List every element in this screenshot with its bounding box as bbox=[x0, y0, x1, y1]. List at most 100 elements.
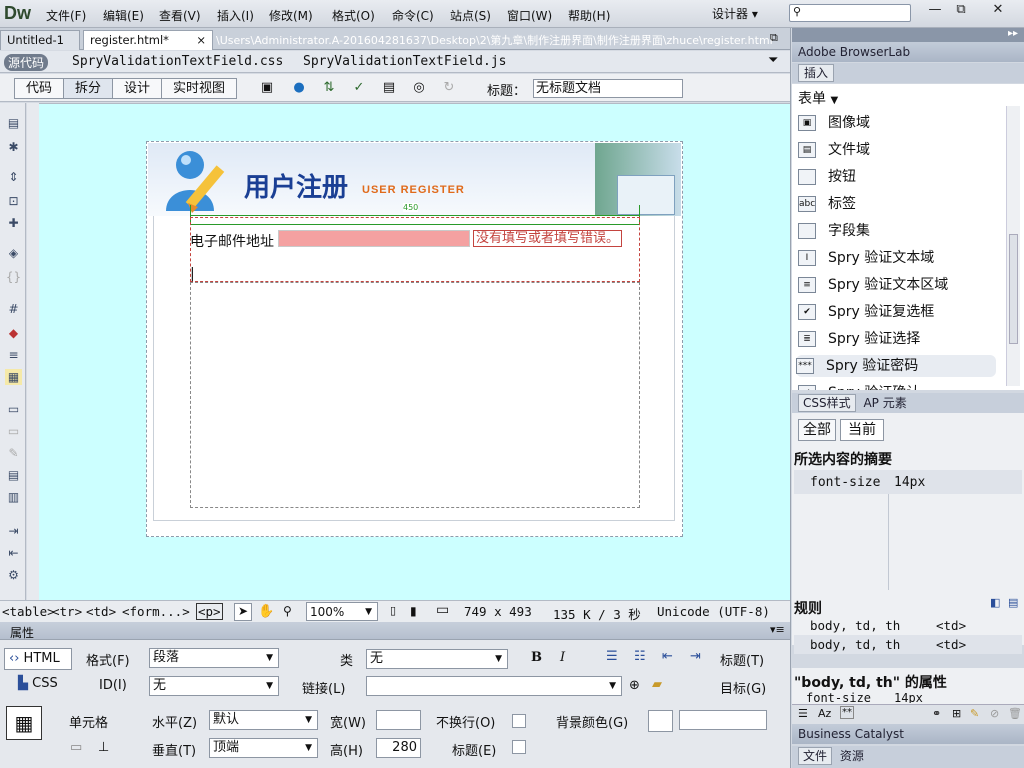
alpha-view-icon[interactable]: Az bbox=[818, 707, 831, 720]
vertical-splitter[interactable] bbox=[27, 103, 39, 600]
insert-item[interactable]: ✔ Spry 验证复选框 bbox=[798, 301, 998, 323]
set-props-icon[interactable]: ** bbox=[840, 706, 854, 719]
filter-icon[interactable]: ⏷ bbox=[768, 53, 778, 68]
insert-item[interactable]: ▣ 图像域 bbox=[798, 112, 998, 134]
open-documents-icon[interactable]: ▤ bbox=[5, 115, 22, 131]
insert-item[interactable]: ▤ 文件域 bbox=[798, 139, 998, 161]
link-input[interactable]: ▼ bbox=[366, 676, 622, 696]
edit-rule-icon[interactable]: ✎ bbox=[970, 707, 979, 720]
trash-icon[interactable]: 🗑 bbox=[1008, 707, 1022, 720]
balance-braces-icon[interactable]: {} bbox=[5, 269, 22, 285]
window-size-tablet-icon[interactable]: ▮ bbox=[410, 604, 417, 618]
bgcolor-input[interactable] bbox=[679, 710, 767, 730]
related-file-js[interactable]: SpryValidationTextField.js bbox=[303, 54, 507, 69]
merge-cells-icon[interactable]: ▭ bbox=[70, 740, 82, 755]
validate-icon[interactable]: ✓ bbox=[350, 80, 368, 96]
recent-snippets-icon[interactable]: ▤ bbox=[5, 467, 22, 483]
insert-item[interactable]: *** Spry 验证密码 bbox=[796, 355, 996, 377]
tab-register[interactable]: register.html* × bbox=[83, 30, 213, 50]
bold-button[interactable]: B bbox=[531, 650, 542, 665]
collapse-panels-icon[interactable]: ▸▸ bbox=[1008, 28, 1018, 39]
tab-css-styles[interactable]: CSS样式 bbox=[798, 394, 856, 412]
italic-button[interactable]: I bbox=[560, 650, 565, 665]
format-select[interactable]: 段落 ▼ bbox=[149, 648, 279, 668]
show-code-navigator-icon[interactable]: ✱ bbox=[5, 139, 22, 155]
disable-icon[interactable]: ⊘ bbox=[990, 707, 999, 720]
point-to-file-icon[interactable]: ⊕ bbox=[629, 678, 640, 693]
collapse-selection-icon[interactable]: ⊡ bbox=[5, 193, 22, 209]
header-cell-checkbox[interactable] bbox=[512, 740, 526, 754]
tag-table[interactable]: <table> bbox=[2, 604, 55, 619]
syntax-coloring-icon[interactable]: ▦ bbox=[5, 369, 22, 385]
close-button[interactable]: ✕ bbox=[978, 1, 1018, 19]
apply-comment-icon[interactable]: ▭ bbox=[5, 401, 22, 417]
close-icon[interactable]: × bbox=[196, 33, 206, 47]
expand-all-icon[interactable]: ✚ bbox=[5, 215, 22, 231]
tab-files[interactable]: 文件 bbox=[798, 747, 833, 765]
email-input[interactable] bbox=[278, 230, 470, 247]
maximize-button[interactable]: ⧉ bbox=[948, 1, 974, 19]
menu-file[interactable]: 文件(F) bbox=[46, 7, 86, 24]
width-input[interactable] bbox=[376, 710, 421, 730]
check-browser-icon[interactable]: ◎ bbox=[410, 80, 428, 96]
minimize-button[interactable]: — bbox=[922, 1, 948, 19]
insert-item[interactable]: 按钮 bbox=[798, 166, 998, 188]
bgcolor-swatch[interactable] bbox=[648, 710, 673, 732]
menu-help[interactable]: 帮助(H) bbox=[568, 7, 610, 24]
current-mode-button[interactable]: 当前 bbox=[840, 419, 884, 441]
tag-td[interactable]: <td> bbox=[86, 604, 116, 619]
file-management-icon[interactable]: ⇅ bbox=[320, 80, 338, 96]
menu-site[interactable]: 站点(S) bbox=[450, 7, 491, 24]
workspace-switcher[interactable]: 设计器 ▾ bbox=[712, 5, 758, 22]
zoom-tool-icon[interactable]: ⚲ bbox=[283, 604, 292, 618]
tab-untitled[interactable]: Untitled-1 × bbox=[0, 30, 80, 61]
insert-item[interactable]: ≣ Spry 验证选择 bbox=[798, 328, 998, 350]
category-view-icon[interactable]: ☰ bbox=[798, 707, 808, 720]
height-input[interactable]: 280 bbox=[376, 738, 421, 758]
source-code-button[interactable]: 源代码 bbox=[4, 54, 49, 71]
class-select[interactable]: 无 ▼ bbox=[366, 649, 508, 669]
menu-window[interactable]: 窗口(W) bbox=[507, 7, 552, 24]
new-rule-icon[interactable]: ⊞ bbox=[952, 707, 961, 720]
live-view-button[interactable]: 实时视图 bbox=[161, 78, 237, 99]
menu-format[interactable]: 格式(O) bbox=[332, 7, 375, 24]
html-mode-button[interactable]: ‹› HTML bbox=[4, 648, 72, 670]
split-view-button[interactable]: 拆分 bbox=[63, 78, 113, 99]
scrollbar-thumb[interactable] bbox=[1009, 234, 1018, 344]
insert-item[interactable]: 字段集 bbox=[798, 220, 998, 242]
preview-browser-icon[interactable]: ● bbox=[290, 80, 308, 96]
hand-tool-icon[interactable]: ✋ bbox=[258, 604, 274, 619]
tab-assets[interactable]: 资源 bbox=[836, 748, 868, 764]
insert-item[interactable]: I Spry 验证文本域 bbox=[798, 247, 998, 269]
outdent-code-icon[interactable]: ⇤ bbox=[5, 545, 22, 561]
split-cells-icon[interactable]: ⊥ bbox=[98, 740, 109, 755]
help-search-input[interactable]: ⚲ bbox=[789, 4, 911, 22]
remove-comment-icon[interactable]: ▭ bbox=[5, 423, 22, 439]
about-view-icon[interactable]: ▤ bbox=[1008, 596, 1018, 609]
restore-doc-icon[interactable]: ⧉ bbox=[770, 31, 778, 45]
outdent-icon[interactable]: ⇤ bbox=[662, 649, 673, 664]
css-mode-button[interactable]: ▙ CSS bbox=[18, 676, 58, 691]
menu-command[interactable]: 命令(C) bbox=[392, 7, 434, 24]
attach-style-icon[interactable]: ⚭ bbox=[932, 707, 941, 720]
id-select[interactable]: 无 ▼ bbox=[149, 676, 279, 696]
select-parent-tag-icon[interactable]: ◈ bbox=[5, 245, 22, 261]
business-catalyst-header[interactable]: Business Catalyst bbox=[792, 724, 1024, 744]
browse-folder-icon[interactable]: ▰ bbox=[652, 677, 662, 692]
indent-icon[interactable]: ⇥ bbox=[690, 649, 701, 664]
visual-aids-icon[interactable]: ▤ bbox=[380, 80, 398, 96]
tag-form[interactable]: <form...> bbox=[122, 604, 190, 619]
related-file-css[interactable]: SpryValidationTextField.css bbox=[72, 54, 283, 69]
menu-edit[interactable]: 编辑(E) bbox=[103, 7, 144, 24]
highlight-invalid-icon[interactable]: ◆ bbox=[5, 325, 22, 341]
code-view-button[interactable]: 代码 bbox=[14, 78, 64, 99]
insert-item[interactable]: abc 标签 bbox=[798, 193, 998, 215]
design-view-button[interactable]: 设计 bbox=[112, 78, 162, 99]
insert-item[interactable]: ✓ Spry 验证确认 bbox=[798, 382, 998, 390]
all-mode-button[interactable]: 全部 bbox=[798, 419, 836, 441]
move-css-icon[interactable]: ▥ bbox=[5, 489, 22, 505]
insert-scrollbar[interactable] bbox=[1006, 106, 1020, 386]
tag-tr[interactable]: <tr> bbox=[52, 604, 82, 619]
browserlab-panel-header[interactable]: Adobe BrowserLab bbox=[792, 42, 1024, 62]
zoom-select[interactable]: 100% ▼ bbox=[306, 602, 378, 621]
